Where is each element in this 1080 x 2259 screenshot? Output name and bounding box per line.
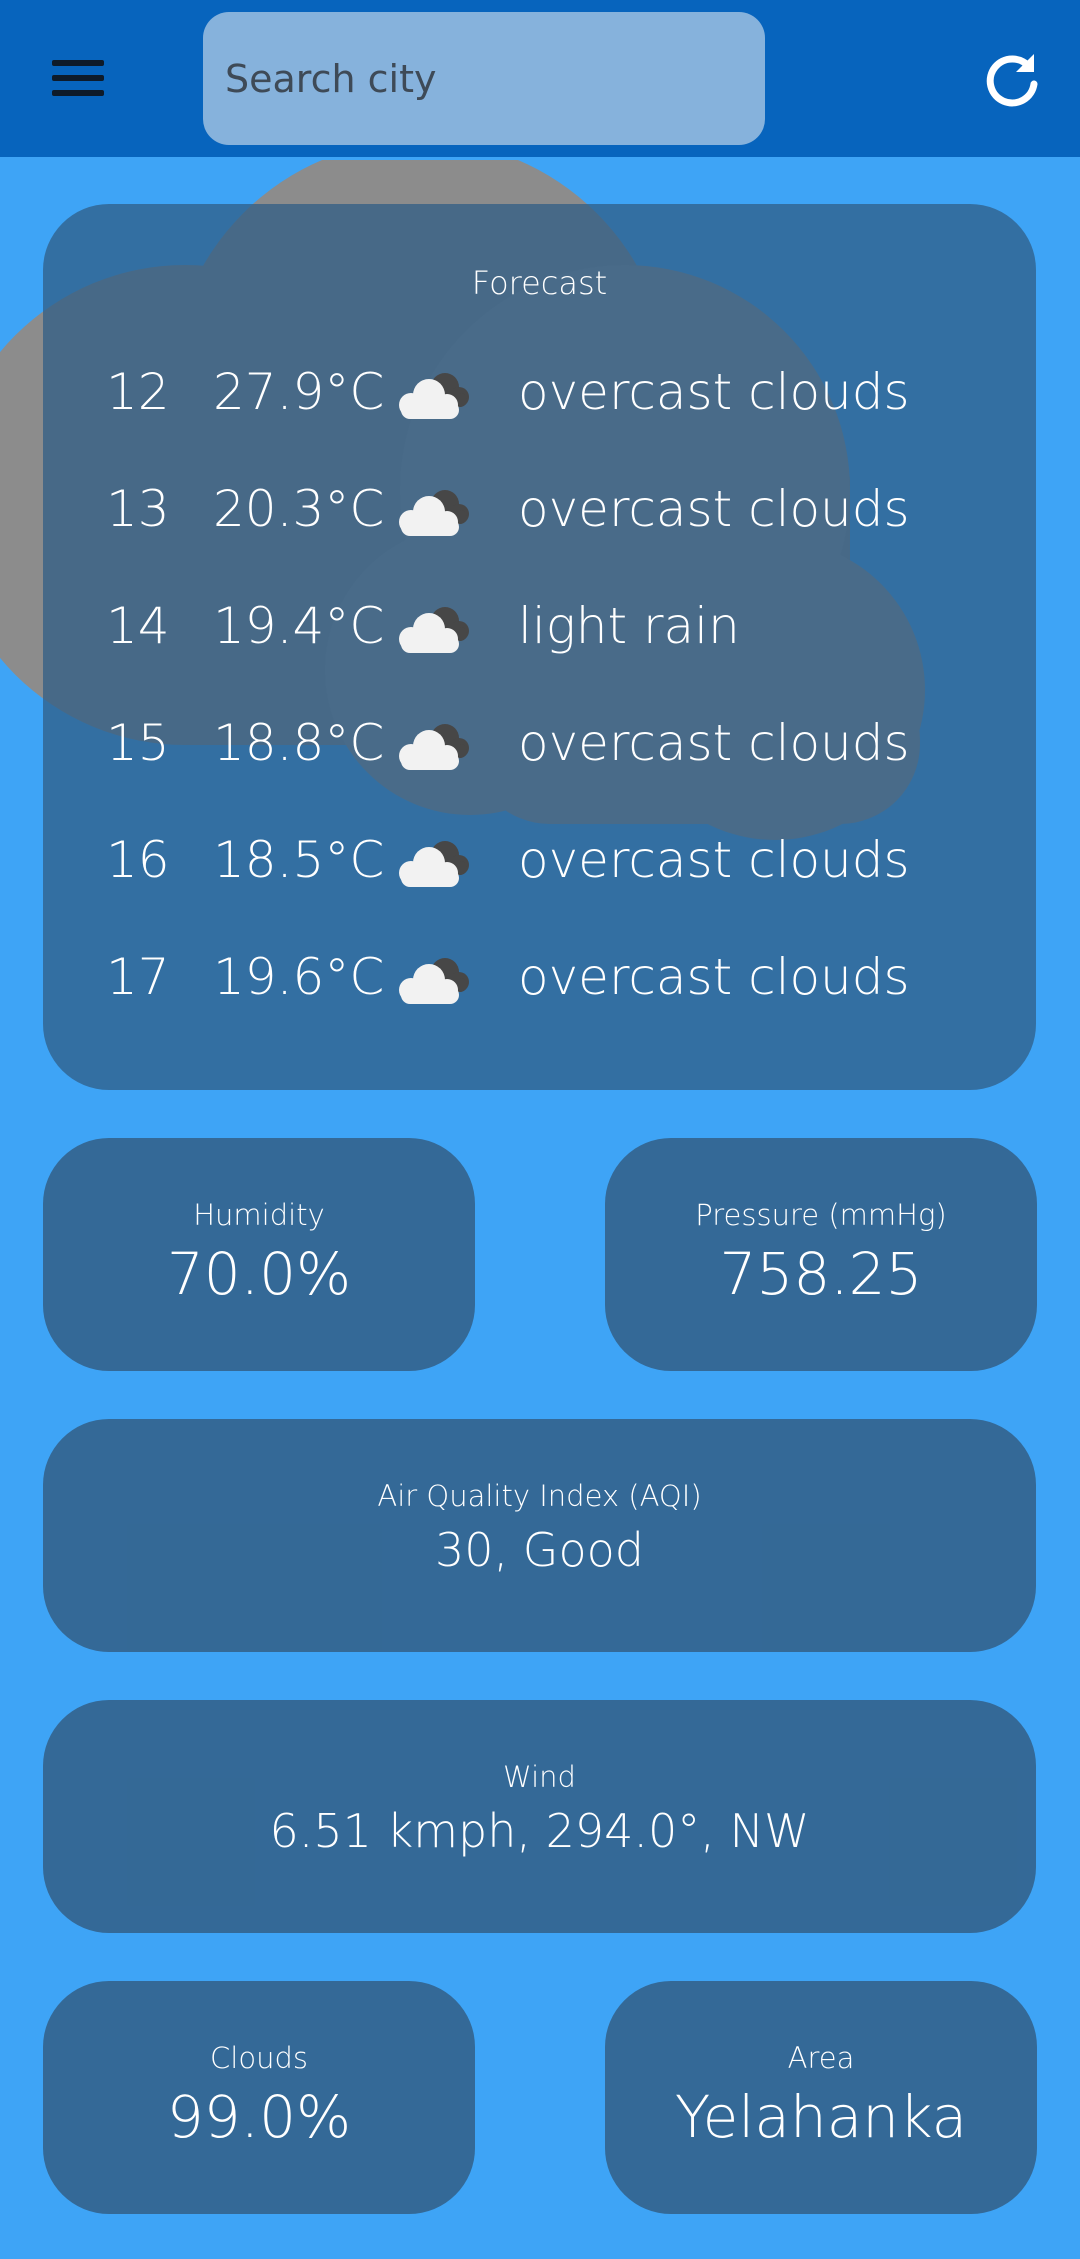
- forecast-temp: 19.4°C: [213, 597, 385, 655]
- overcast-cloud-icon: [399, 841, 469, 887]
- refresh-icon[interactable]: [980, 48, 1044, 112]
- forecast-description: overcast clouds: [518, 714, 910, 772]
- area-value: Yelahanka: [674, 2083, 968, 2151]
- forecast-temp: 20.3°C: [213, 480, 385, 538]
- overcast-cloud-icon: [399, 607, 469, 653]
- forecast-day: 12: [106, 363, 170, 421]
- humidity-card: Humidity 70.0%: [43, 1138, 475, 1371]
- pressure-value: 758.25: [719, 1240, 923, 1308]
- forecast-row: 12 27.9°C overcast clouds: [43, 349, 1036, 439]
- forecast-row: 16 18.5°C overcast clouds: [43, 817, 1036, 907]
- forecast-temp: 27.9°C: [213, 363, 385, 421]
- humidity-label: Humidity: [193, 1198, 325, 1232]
- aqi-card: Air Quality Index (AQI) 30, Good: [43, 1419, 1036, 1652]
- clouds-value: 99.0%: [166, 2083, 352, 2151]
- forecast-description: overcast clouds: [518, 363, 910, 421]
- top-app-bar: [0, 0, 1080, 157]
- search-city-input[interactable]: [225, 12, 765, 145]
- forecast-description: overcast clouds: [518, 948, 910, 1006]
- area-label: Area: [787, 2041, 855, 2075]
- aqi-label: Air Quality Index (AQI): [377, 1479, 702, 1513]
- forecast-temp: 18.8°C: [213, 714, 385, 772]
- forecast-title: Forecast: [471, 264, 608, 302]
- overcast-cloud-icon: [399, 958, 469, 1004]
- forecast-row: 13 20.3°C overcast clouds: [43, 466, 1036, 556]
- forecast-card: Forecast 12 27.9°C overcast clouds 13 20…: [43, 204, 1036, 1090]
- overcast-cloud-icon: [399, 373, 469, 419]
- forecast-day: 14: [106, 597, 170, 655]
- forecast-day: 16: [106, 831, 170, 889]
- clouds-label: Clouds: [210, 2041, 308, 2075]
- menu-line: [52, 75, 104, 81]
- forecast-temp: 18.5°C: [213, 831, 385, 889]
- forecast-day: 15: [106, 714, 170, 772]
- forecast-row: 15 18.8°C overcast clouds: [43, 700, 1036, 790]
- area-card: Area Yelahanka: [605, 1981, 1037, 2214]
- menu-line: [52, 60, 104, 66]
- forecast-description: overcast clouds: [518, 480, 910, 538]
- search-box[interactable]: [203, 12, 765, 145]
- menu-line: [52, 90, 104, 96]
- overcast-cloud-icon: [399, 724, 469, 770]
- forecast-description: light rain: [518, 597, 740, 655]
- humidity-value: 70.0%: [166, 1240, 352, 1308]
- clouds-card: Clouds 99.0%: [43, 1981, 475, 2214]
- wind-label: Wind: [503, 1760, 576, 1794]
- wind-card: Wind 6.51 kmph, 294.0°, NW: [43, 1700, 1036, 1933]
- pressure-card: Pressure (mmHg) 758.25: [605, 1138, 1037, 1371]
- forecast-row: 14 19.4°C light rain: [43, 583, 1036, 673]
- forecast-temp: 19.6°C: [213, 948, 385, 1006]
- overcast-cloud-icon: [399, 490, 469, 536]
- forecast-day: 13: [106, 480, 170, 538]
- forecast-day: 17: [106, 948, 170, 1006]
- forecast-row: 17 19.6°C overcast clouds: [43, 934, 1036, 1024]
- pressure-label: Pressure (mmHg): [695, 1198, 947, 1232]
- aqi-value: 30, Good: [435, 1523, 644, 1577]
- hamburger-menu-icon[interactable]: [42, 46, 114, 110]
- forecast-description: overcast clouds: [518, 831, 910, 889]
- wind-value: 6.51 kmph, 294.0°, NW: [269, 1804, 810, 1858]
